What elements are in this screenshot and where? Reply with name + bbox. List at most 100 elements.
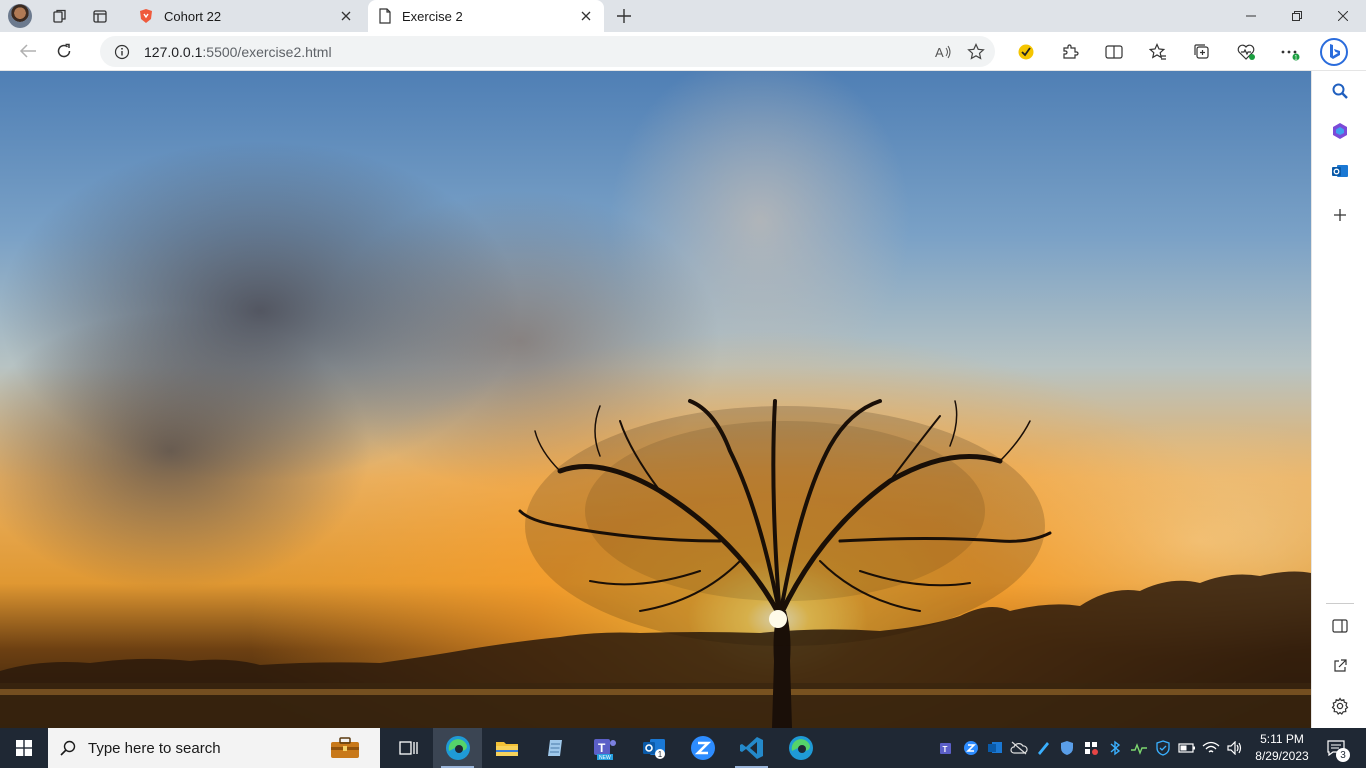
windows-logo-icon — [16, 740, 32, 756]
landscape-artwork — [0, 399, 1311, 728]
back-arrow-icon — [19, 44, 36, 58]
briefcase-icon[interactable] — [328, 736, 362, 760]
taskbar-edge-active[interactable] — [433, 728, 482, 768]
extensions-button[interactable] — [1048, 34, 1092, 70]
favorite-star-icon[interactable] — [967, 42, 985, 61]
bluetooth-icon — [1110, 740, 1121, 756]
workspaces-button[interactable] — [40, 0, 80, 32]
svg-text:T: T — [943, 745, 948, 754]
shield-icon — [1061, 741, 1073, 755]
tray-security[interactable] — [1058, 739, 1076, 757]
tray-teams[interactable]: T — [938, 739, 956, 757]
sidebar-hide-button[interactable] — [1312, 606, 1366, 646]
tray-defender[interactable] — [1082, 739, 1100, 757]
sidebar-outlook-button[interactable] — [1312, 151, 1366, 191]
tray-onedrive-offline[interactable] — [1010, 739, 1028, 757]
tray-wifi[interactable] — [1202, 739, 1220, 757]
sidebar-panel-icon — [1331, 619, 1348, 633]
read-aloud-icon[interactable]: A — [935, 44, 953, 60]
notepad-icon — [547, 740, 562, 756]
tray-battery[interactable] — [1178, 739, 1196, 757]
taskbar-outlook[interactable]: 1 — [629, 728, 678, 768]
tab-exercise-2[interactable]: Exercise 2 — [368, 0, 604, 32]
taskbar-edge[interactable] — [776, 728, 825, 768]
tray-outlook[interactable] — [986, 739, 1004, 757]
settings-more-button[interactable]: 1 — [1268, 34, 1312, 70]
taskbar-notepad[interactable] — [531, 728, 580, 768]
gear-icon — [1331, 697, 1348, 715]
norton-check-icon — [1018, 44, 1034, 59]
url-text: 127.0.0.1:5500/exercise2.html — [144, 44, 332, 60]
minimize-icon — [1246, 15, 1256, 17]
info-icon[interactable] — [114, 44, 130, 60]
browser-essentials-button[interactable] — [1224, 34, 1268, 70]
task-view-button[interactable] — [384, 728, 433, 768]
search-icon — [1332, 83, 1348, 99]
sidebar-add-button[interactable] — [1312, 195, 1366, 235]
tray-zoom[interactable] — [962, 739, 980, 757]
restore-icon — [1292, 11, 1302, 21]
svg-text:1: 1 — [657, 750, 662, 759]
close-tab-button[interactable] — [338, 8, 354, 24]
tab-strip: Cohort 22 Exercise 2 — [0, 0, 1366, 32]
profile-button[interactable] — [0, 0, 40, 32]
system-tray: T — [938, 728, 1244, 768]
search-placeholder: Type here to search — [88, 739, 221, 757]
folder-icon — [495, 742, 518, 756]
task-view-icon — [398, 741, 418, 755]
edge-icon — [445, 736, 470, 760]
window-controls — [1228, 0, 1366, 32]
refresh-icon — [57, 43, 71, 58]
minimize-button[interactable] — [1228, 0, 1274, 32]
norton-extension-button[interactable] — [1004, 34, 1048, 70]
taskbar-teams[interactable]: T NEW — [580, 728, 629, 768]
sidebar-open-external-button[interactable] — [1312, 646, 1366, 686]
tray-activity[interactable] — [1130, 739, 1148, 757]
tab-actions-button[interactable] — [80, 0, 120, 32]
zoom-icon — [964, 741, 978, 755]
pulse-icon — [1131, 743, 1147, 755]
taskbar-zoom[interactable] — [678, 728, 727, 768]
back-button[interactable] — [10, 33, 46, 69]
sidebar-search-button[interactable] — [1312, 71, 1366, 111]
sidebar-settings-button[interactable] — [1312, 686, 1366, 726]
action-center-button[interactable]: 3 — [1318, 728, 1354, 768]
cloud-off-icon — [1010, 741, 1028, 755]
new-tab-button[interactable] — [608, 0, 640, 32]
vscode-icon — [739, 737, 763, 759]
close-icon — [341, 11, 351, 21]
close-tab-button[interactable] — [578, 8, 594, 24]
bing-chat-button[interactable] — [1312, 34, 1356, 70]
sunset-tree-photo — [0, 71, 1311, 728]
tab-cohort-22[interactable]: Cohort 22 — [128, 0, 364, 32]
tray-volume[interactable] — [1226, 739, 1244, 757]
favorites-button[interactable] — [1136, 34, 1180, 70]
close-window-button[interactable] — [1320, 0, 1366, 32]
address-bar[interactable]: 127.0.0.1:5500/exercise2.html A — [100, 36, 995, 67]
favorites-icon — [1149, 42, 1166, 60]
collections-icon — [1194, 43, 1209, 59]
split-screen-button[interactable] — [1092, 34, 1136, 70]
shield-check-icon — [1156, 740, 1170, 756]
sidebar-office-button[interactable] — [1312, 111, 1366, 151]
tray-pen[interactable] — [1034, 739, 1052, 757]
collections-button[interactable] — [1180, 34, 1224, 70]
tab-actions-icon — [93, 10, 107, 23]
start-button[interactable] — [0, 728, 48, 768]
svg-text:NEW: NEW — [599, 755, 611, 761]
external-link-icon — [1333, 659, 1347, 672]
taskbar-file-explorer[interactable] — [482, 728, 531, 768]
workspaces-icon — [53, 9, 66, 23]
tray-defender-shield[interactable] — [1154, 739, 1172, 757]
close-icon — [1338, 11, 1348, 21]
refresh-button[interactable] — [46, 33, 82, 69]
sidebar-divider — [1326, 603, 1354, 604]
taskbar-clock[interactable]: 5:11 PM 8/29/2023 — [1248, 731, 1316, 765]
taskbar-search-box[interactable]: Type here to search — [48, 728, 380, 768]
url-host: 127.0.0.1 — [144, 43, 203, 60]
taskbar-vscode[interactable] — [727, 728, 776, 768]
outlook-icon — [1331, 165, 1348, 177]
restore-button[interactable] — [1274, 0, 1320, 32]
split-screen-icon — [1105, 44, 1123, 59]
tray-bluetooth[interactable] — [1106, 739, 1124, 757]
